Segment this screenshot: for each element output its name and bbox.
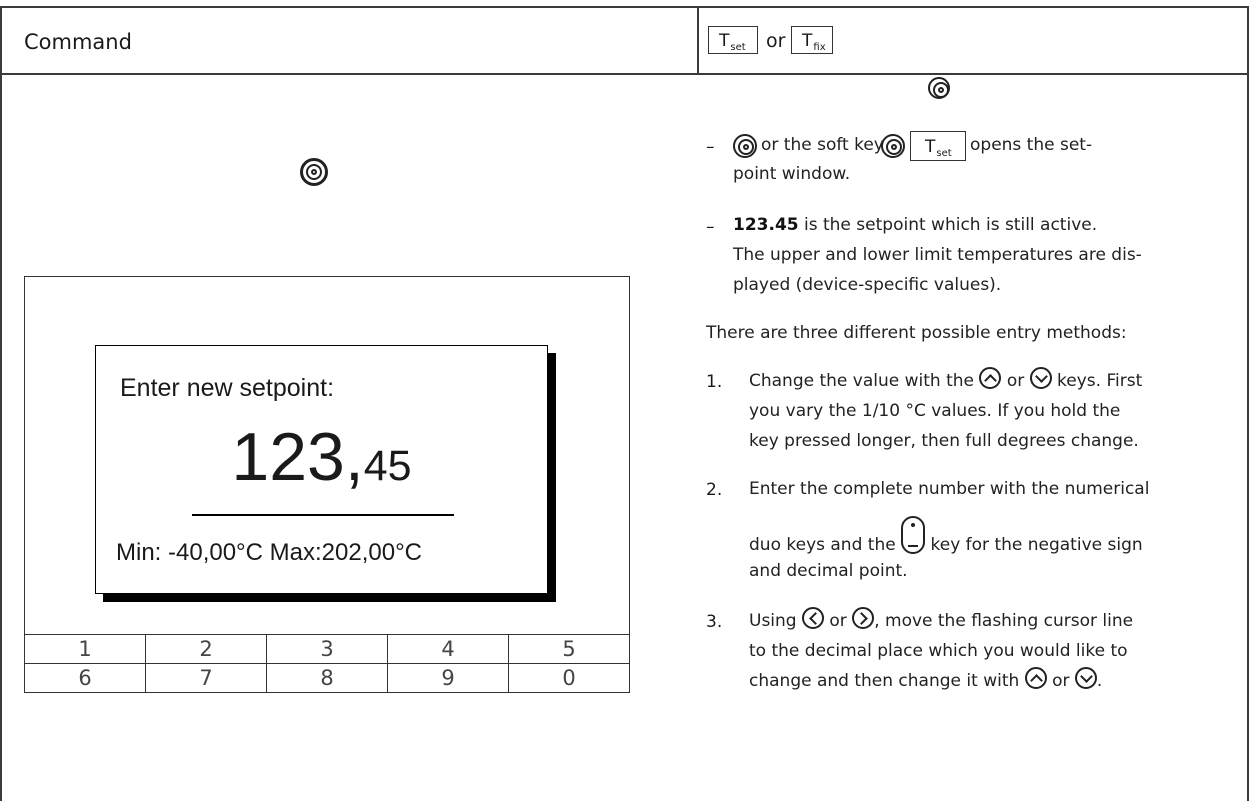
step2-line2: duo keys and the key for the negative si…: [749, 516, 1143, 560]
table-header-divider: [0, 73, 1249, 75]
step1-or: or: [1006, 371, 1025, 391]
bullet-dash: –: [706, 137, 715, 157]
bullet2-line1-rest: is the setpoint which is still active.: [798, 215, 1098, 235]
step3-or-2: or: [1052, 671, 1070, 691]
key-0[interactable]: 0: [508, 663, 630, 693]
key-2[interactable]: 2: [145, 634, 267, 664]
keypad-row: 6 7 8 9 0: [24, 663, 630, 693]
bullet2-line3: played (device-specific values).: [733, 275, 1002, 295]
setpoint-fraction: 45: [363, 442, 412, 490]
bullet1-line2: point window.: [733, 164, 851, 184]
dialog-title: Enter new setpoint:: [120, 374, 335, 402]
tset-softkey[interactable]: Tset: [708, 26, 758, 54]
minus-decimal-key-icon: [901, 516, 926, 554]
bullet2-line1: 123.45 is the setpoint which is still ac…: [733, 210, 1097, 240]
tfix-sub: fix: [813, 42, 826, 53]
step3-period: .: [1096, 671, 1103, 691]
tset-sub: set: [730, 42, 746, 53]
arrow-up-key-icon: [1024, 667, 1047, 689]
arrow-left-key-icon: [802, 607, 824, 629]
key-3[interactable]: 3: [266, 634, 388, 664]
key-1[interactable]: 1: [24, 634, 146, 664]
inline-tset-sub: set: [936, 148, 952, 159]
tset-softkey-inline[interactable]: Tset: [910, 131, 966, 161]
bullet1-line1a: or the soft key: [761, 135, 884, 155]
table-column-divider: [697, 6, 699, 74]
limit-range: Min: -40,00°C Max:202,00°C: [116, 539, 422, 566]
step1-number: 1.: [706, 372, 723, 392]
tset-main: T: [719, 31, 730, 51]
step1-line3: key pressed longer, then full degrees ch…: [749, 431, 1139, 451]
table-left-border: [0, 6, 2, 801]
rotary-knob-icon: [881, 134, 905, 158]
key-4[interactable]: 4: [387, 634, 509, 664]
key-6[interactable]: 6: [24, 663, 146, 693]
key-5[interactable]: 5: [508, 634, 630, 664]
manual-page: Command Tset or Tfix Enter new setpoint:…: [0, 0, 1249, 801]
step3-line2: to the decimal place which you would lik…: [749, 641, 1128, 661]
command-label: Command: [24, 30, 132, 54]
step3-line1: Using or , move the flashing cursor line: [749, 606, 1133, 636]
softkey-blank-area: [953, 75, 1047, 103]
bullet-dash: –: [706, 217, 715, 237]
step1-line2: you vary the 1/10 °C values. If you hold…: [749, 401, 1121, 421]
step1-line1: Change the value with the or keys. First: [749, 366, 1142, 396]
value-underline: [192, 514, 454, 516]
step2-text-b: key for the negative sign: [930, 535, 1143, 555]
keypad-row: 1 2 3 4 5: [24, 634, 630, 664]
step3-line3: change and then change it with or .: [749, 666, 1102, 696]
step1-text-b: keys. First: [1057, 371, 1143, 391]
arrow-down-key-icon: [1029, 367, 1052, 389]
table-right-border: [1247, 6, 1249, 801]
setpoint-integer: 123,: [231, 419, 364, 495]
step2-number: 2.: [706, 480, 723, 500]
key-7[interactable]: 7: [145, 663, 267, 693]
setpoint-value[interactable]: 123,45: [96, 418, 547, 496]
step2-text-a: duo keys and the: [749, 535, 896, 555]
inline-tset-main: T: [925, 137, 936, 157]
step1-text-a: Change the value with the: [749, 371, 975, 391]
header-or-text: or: [766, 30, 786, 52]
rotary-knob-icon: [928, 77, 950, 99]
step3-using: Using: [749, 611, 797, 631]
tfix-softkey[interactable]: Tfix: [791, 26, 833, 54]
table-top-border: [0, 6, 1249, 8]
active-setpoint-value: 123.45: [733, 215, 799, 235]
step2-line1: Enter the complete number with the numer…: [749, 479, 1150, 499]
arrow-down-key-icon: [1074, 667, 1097, 689]
setpoint-dialog: Enter new setpoint: 123,45 Min: -40,00°C…: [95, 345, 548, 594]
bullet1-line1b: opens the set-: [970, 135, 1093, 155]
step2-line3: and decimal point.: [749, 561, 908, 581]
rotary-knob-icon: [733, 134, 757, 158]
step3-or: or: [829, 611, 847, 631]
arrow-right-key-icon: [852, 607, 875, 629]
tfix-main: T: [802, 31, 813, 51]
numeric-keypad: 1 2 3 4 5 6 7 8 9 0: [24, 634, 630, 693]
arrow-up-key-icon: [979, 367, 1002, 389]
step3-number: 3.: [706, 612, 723, 632]
rotary-knob-icon: [300, 158, 328, 186]
step3-text-a: , move the flashing cursor line: [874, 611, 1134, 631]
step3-text-b: change and then change it with: [749, 671, 1020, 691]
methods-intro: There are three different possible entry…: [706, 323, 1127, 343]
key-8[interactable]: 8: [266, 663, 388, 693]
key-9[interactable]: 9: [387, 663, 509, 693]
bullet2-line2: The upper and lower limit temperatures a…: [733, 245, 1142, 265]
